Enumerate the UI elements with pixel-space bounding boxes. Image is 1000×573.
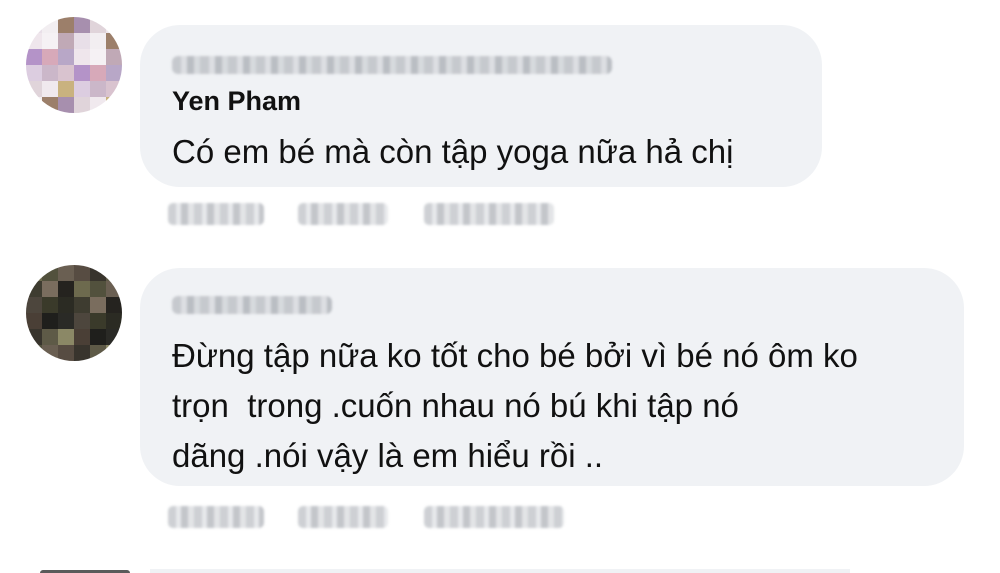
avatar-pixel <box>42 65 58 81</box>
avatar-pixel <box>106 97 122 113</box>
avatar-pixel <box>42 297 58 313</box>
like-action[interactable] <box>298 506 388 528</box>
comment-text: Có em bé mà còn tập yoga nữa hả chị <box>172 133 734 170</box>
avatar-pixel <box>42 281 58 297</box>
avatar-pixel <box>90 281 106 297</box>
avatar-pixel <box>74 281 90 297</box>
avatar-pixel <box>90 345 106 361</box>
avatar-pixel <box>74 65 90 81</box>
avatar-pixel <box>74 17 90 33</box>
avatar-pixel <box>90 81 106 97</box>
avatar-pixel <box>106 345 122 361</box>
avatar[interactable] <box>26 17 122 113</box>
avatar-pixel <box>58 329 74 345</box>
avatar-pixel <box>90 313 106 329</box>
avatar-pixel <box>106 17 122 33</box>
reply-action[interactable] <box>424 203 554 225</box>
avatar-pixel <box>90 329 106 345</box>
avatar-pixel <box>106 297 122 313</box>
avatar-pixel <box>26 17 42 33</box>
avatar-pixel <box>58 49 74 65</box>
avatar-pixel <box>106 329 122 345</box>
avatar-pixel <box>42 97 58 113</box>
avatar-pixel <box>26 49 42 65</box>
comment-time-action[interactable] <box>168 506 264 528</box>
comment-author[interactable]: Yen Pham <box>172 86 301 117</box>
avatar-pixel <box>58 281 74 297</box>
comment-bubble: Yen Pham Có em bé mà còn tập yoga nữa hả… <box>140 25 822 187</box>
reply-action[interactable] <box>424 506 564 528</box>
avatar-pixel <box>58 313 74 329</box>
avatar-pixel <box>74 33 90 49</box>
avatar-pixel <box>42 313 58 329</box>
avatar-pixel <box>90 297 106 313</box>
avatar-pixel <box>58 33 74 49</box>
avatar-pixel <box>58 97 74 113</box>
avatar-pixel <box>26 97 42 113</box>
next-comment-edge <box>0 566 1000 573</box>
avatar-pixel <box>90 49 106 65</box>
avatar-pixel <box>58 345 74 361</box>
avatar-pixel <box>42 33 58 49</box>
avatar-pixel <box>106 281 122 297</box>
avatar-pixel <box>26 345 42 361</box>
avatar-pixel <box>26 297 42 313</box>
avatar-pixel <box>74 81 90 97</box>
avatar-pixel <box>106 265 122 281</box>
avatar-pixel <box>58 65 74 81</box>
like-action[interactable] <box>298 203 388 225</box>
avatar-pixel <box>106 81 122 97</box>
avatar-pixel <box>42 49 58 65</box>
avatar-pixel <box>26 81 42 97</box>
avatar-pixel <box>42 17 58 33</box>
avatar-pixel <box>106 49 122 65</box>
avatar-pixel <box>26 313 42 329</box>
comment-bubble: Đừng tập nữa ko tốt cho bé bởi vì bé nó … <box>140 268 964 486</box>
avatar-pixel <box>74 97 90 113</box>
avatar-pixel <box>74 265 90 281</box>
avatar-pixel <box>90 97 106 113</box>
avatar-pixel <box>26 33 42 49</box>
avatar-pixel <box>58 297 74 313</box>
avatar-pixel <box>90 265 106 281</box>
avatar-pixel <box>74 313 90 329</box>
avatar-pixel <box>74 345 90 361</box>
avatar-pixel <box>90 65 106 81</box>
avatar-pixel <box>26 265 42 281</box>
avatar-pixel <box>42 329 58 345</box>
comment-text-line: dãng .nói vậy là em hiểu rồi .. <box>172 437 604 474</box>
avatar-pixel <box>74 329 90 345</box>
avatar-pixel <box>90 33 106 49</box>
avatar-pixel <box>58 265 74 281</box>
avatar-pixel <box>106 65 122 81</box>
avatar-pixel <box>42 81 58 97</box>
comment-text-line: Đừng tập nữa ko tốt cho bé bởi vì bé nó … <box>172 337 858 374</box>
avatar-pixel <box>106 313 122 329</box>
avatar-pixel <box>26 329 42 345</box>
comment-time-action[interactable] <box>168 203 264 225</box>
avatar-pixel <box>42 265 58 281</box>
avatar-pixel <box>26 281 42 297</box>
blurred-author-name <box>172 296 332 314</box>
avatar-pixel <box>42 345 58 361</box>
avatar[interactable] <box>26 265 122 361</box>
blurred-metadata <box>172 56 612 74</box>
avatar-pixel <box>74 49 90 65</box>
comment-text-line: trọn trong .cuốn nhau nó bú khi tập nó <box>172 387 739 424</box>
avatar-pixel <box>90 17 106 33</box>
avatar-pixel <box>106 33 122 49</box>
avatar-pixel <box>58 17 74 33</box>
avatar-pixel <box>58 81 74 97</box>
avatar-pixel <box>74 297 90 313</box>
avatar-pixel <box>26 65 42 81</box>
